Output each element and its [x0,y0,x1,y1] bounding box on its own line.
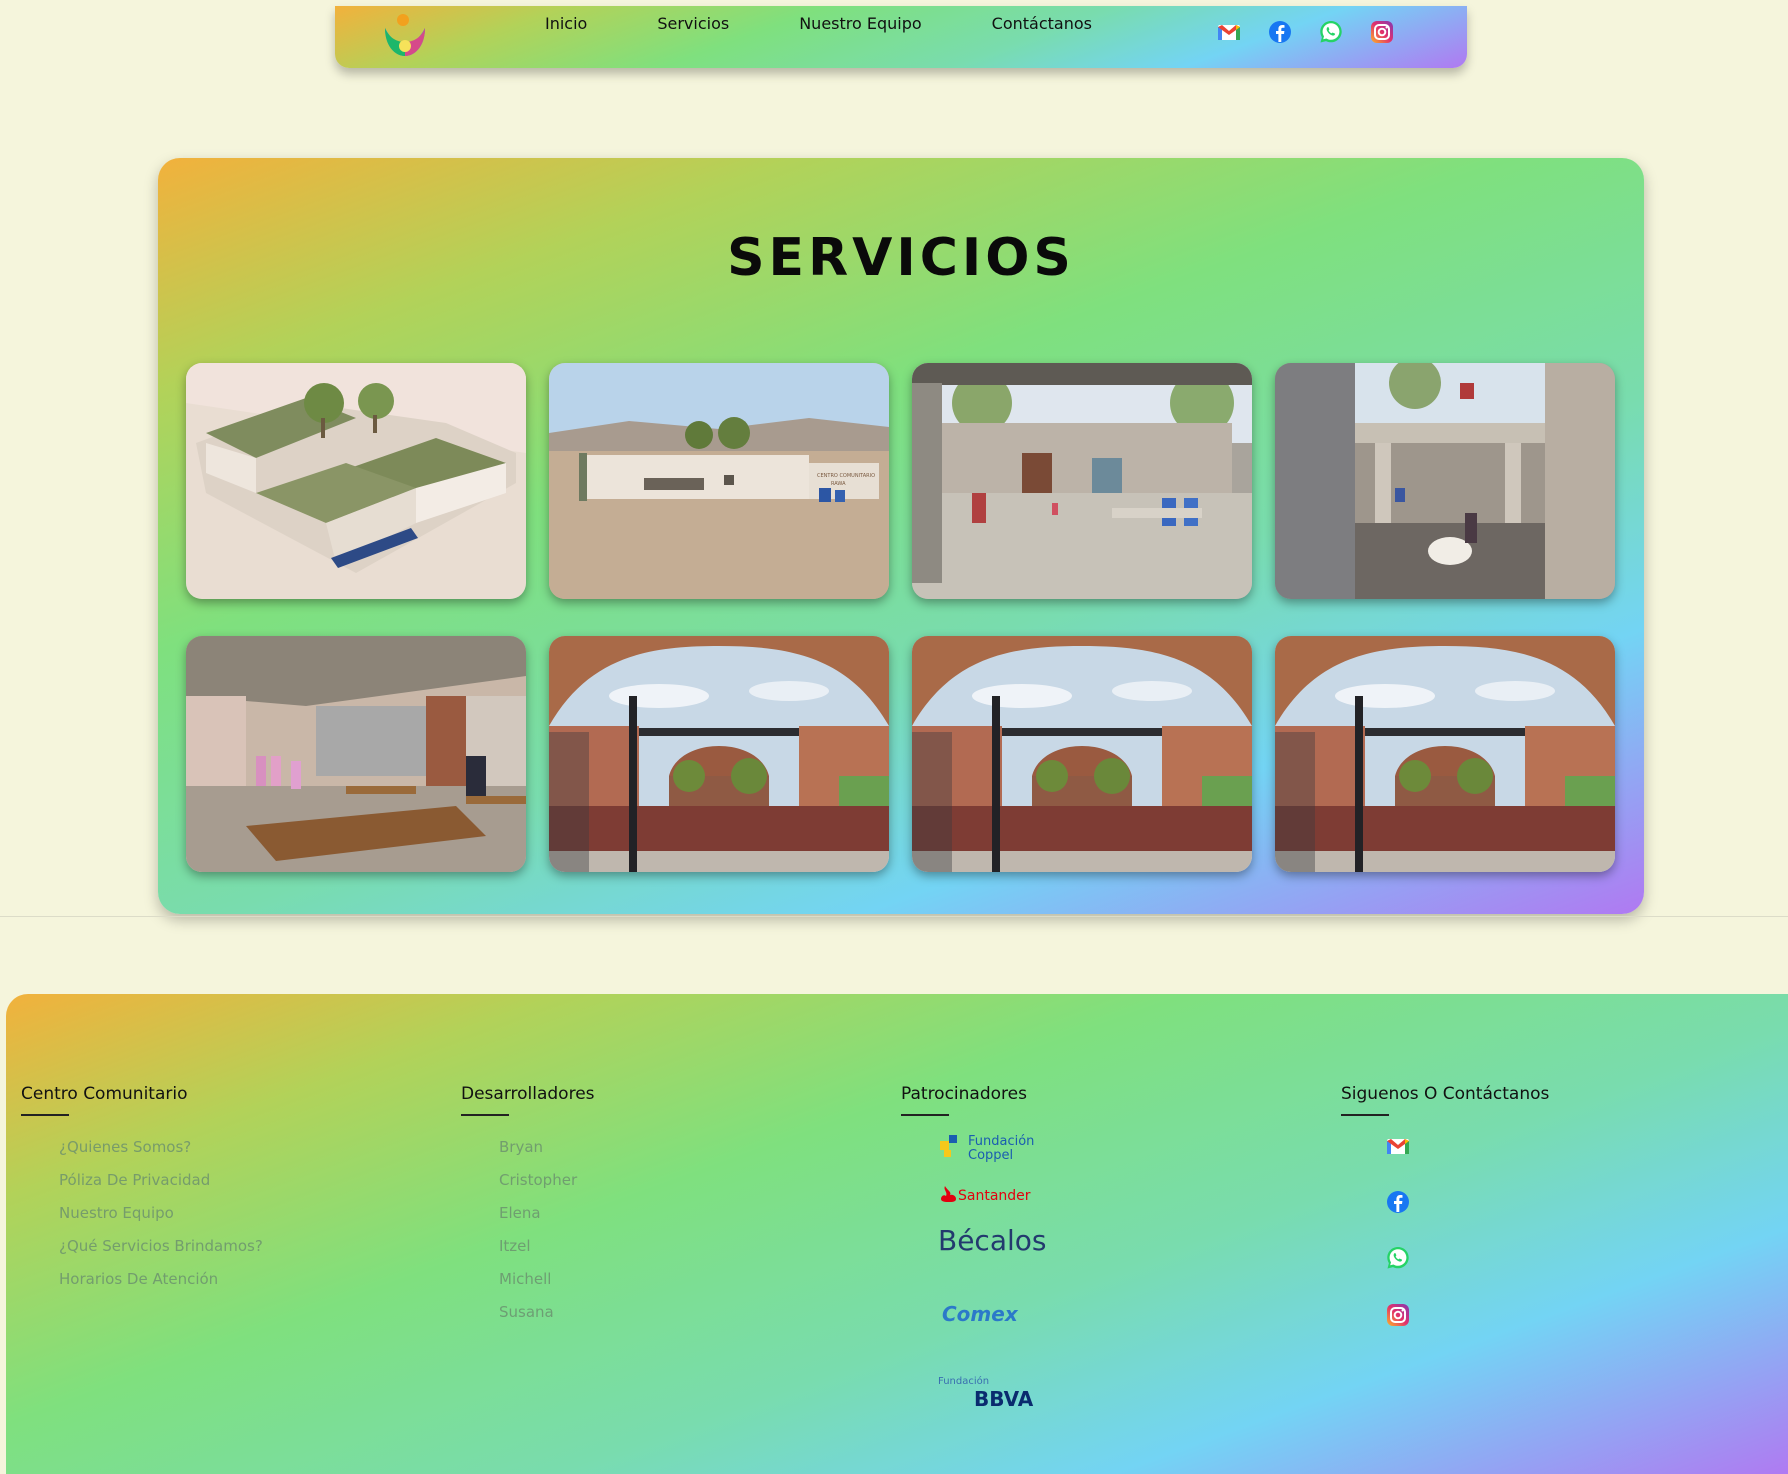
sponsor-santander-logo[interactable]: Santander [938,1182,1038,1206]
footer-links-centro: ¿Quienes Somos? Póliza De Privacidad Nue… [59,1138,263,1303]
service-photo-glass-corridor[interactable] [1275,363,1615,599]
sponsor-fundacion-coppel-logo[interactable]: Fundación Coppel [938,1131,1038,1163]
services-section: SERVICIOS [158,158,1644,914]
footer-link-quienes-somos[interactable]: ¿Quienes Somos? [59,1138,263,1171]
sponsor-becalos-text: Bécalos [938,1224,1047,1257]
facebook-icon[interactable] [1266,18,1294,46]
services-title: SERVICIOS [727,228,1075,288]
footer: Centro Comunitario ¿Quienes Somos? Póliz… [6,994,1788,1474]
whatsapp-icon[interactable] [1317,18,1345,46]
heading-underline [901,1114,949,1116]
facebook-icon[interactable] [1384,1188,1412,1216]
service-photo-aerial-rendering[interactable] [186,363,526,599]
footer-heading-patrocinadores: Patrocinadores [901,1084,1027,1104]
service-photo-brick-vault-2[interactable] [912,636,1252,872]
gmail-icon[interactable] [1384,1132,1412,1160]
footer-link-horarios[interactable]: Horarios De Atención [59,1270,263,1303]
sponsor-comex-text: Comex [942,1302,1019,1326]
nav-link-contactanos[interactable]: Contáctanos [992,14,1092,33]
footer-link-servicios[interactable]: ¿Qué Servicios Brindamos? [59,1237,263,1270]
sponsor-becalos-logo[interactable]: Bécalos [938,1216,1048,1260]
footer-col-desarrolladores: Desarrolladores Bryan Cristopher Elena I… [461,1084,595,1336]
navbar: Inicio Servicios Nuestro Equipo Contácta… [335,6,1467,68]
heading-underline [461,1114,509,1116]
footer-col-centro-comunitario: Centro Comunitario ¿Quienes Somos? Póliz… [21,1084,263,1303]
footer-heading-siguenos: Siguenos O Contáctanos [1341,1084,1550,1104]
nav-link-nuestro-equipo[interactable]: Nuestro Equipo [799,14,921,33]
footer-heading-centro-comunitario: Centro Comunitario [21,1084,188,1104]
instagram-icon[interactable] [1384,1301,1412,1329]
footer-developers-list: Bryan Cristopher Elena Itzel Michell Sus… [499,1138,595,1336]
heading-underline [21,1114,69,1116]
sponsor-bbva-top: Fundación [938,1375,989,1387]
nav-social-icons [1215,18,1396,46]
sponsor-comex-logo[interactable]: Comex [938,1299,1038,1329]
service-photo-brick-vault-3[interactable] [1275,636,1615,872]
developer-name[interactable]: Susana [499,1303,595,1336]
footer-col-siguenos: Siguenos O Contáctanos [1341,1084,1549,1116]
service-photo-courtyard-people[interactable] [912,363,1252,599]
sponsor-coppel-line2: Coppel [968,1148,1013,1163]
developer-name[interactable]: Itzel [499,1237,595,1270]
footer-link-poliza-privacidad[interactable]: Póliza De Privacidad [59,1171,263,1204]
heading-underline [1341,1114,1389,1116]
service-photo-desert-building[interactable] [549,363,889,599]
developer-name[interactable]: Bryan [499,1138,595,1171]
community-center-logo[interactable] [379,10,431,62]
whatsapp-icon[interactable] [1384,1244,1412,1272]
nav-link-servicios[interactable]: Servicios [657,14,729,33]
developer-name[interactable]: Michell [499,1270,595,1303]
sponsor-santander-text: Santander [958,1188,1031,1204]
sponsor-fundacion-bbva-logo[interactable]: Fundación BBVA [938,1374,1038,1414]
developer-name[interactable]: Elena [499,1204,595,1237]
sponsor-coppel-line1: Fundación [968,1134,1034,1149]
gmail-icon[interactable] [1215,18,1243,46]
service-photo-brick-vault-1[interactable] [549,636,889,872]
footer-link-nuestro-equipo[interactable]: Nuestro Equipo [59,1204,263,1237]
instagram-icon[interactable] [1368,18,1396,46]
section-divider [0,916,1788,917]
sponsor-bbva-text: BBVA [974,1387,1034,1411]
developer-name[interactable]: Cristopher [499,1171,595,1204]
nav-links: Inicio Servicios Nuestro Equipo Contácta… [545,14,1162,33]
footer-col-patrocinadores: Patrocinadores Fundación Coppel Santande… [901,1084,1047,1411]
nav-link-inicio[interactable]: Inicio [545,14,587,33]
service-photo-interior-dining[interactable] [186,636,526,872]
footer-heading-desarrolladores: Desarrolladores [461,1084,595,1104]
